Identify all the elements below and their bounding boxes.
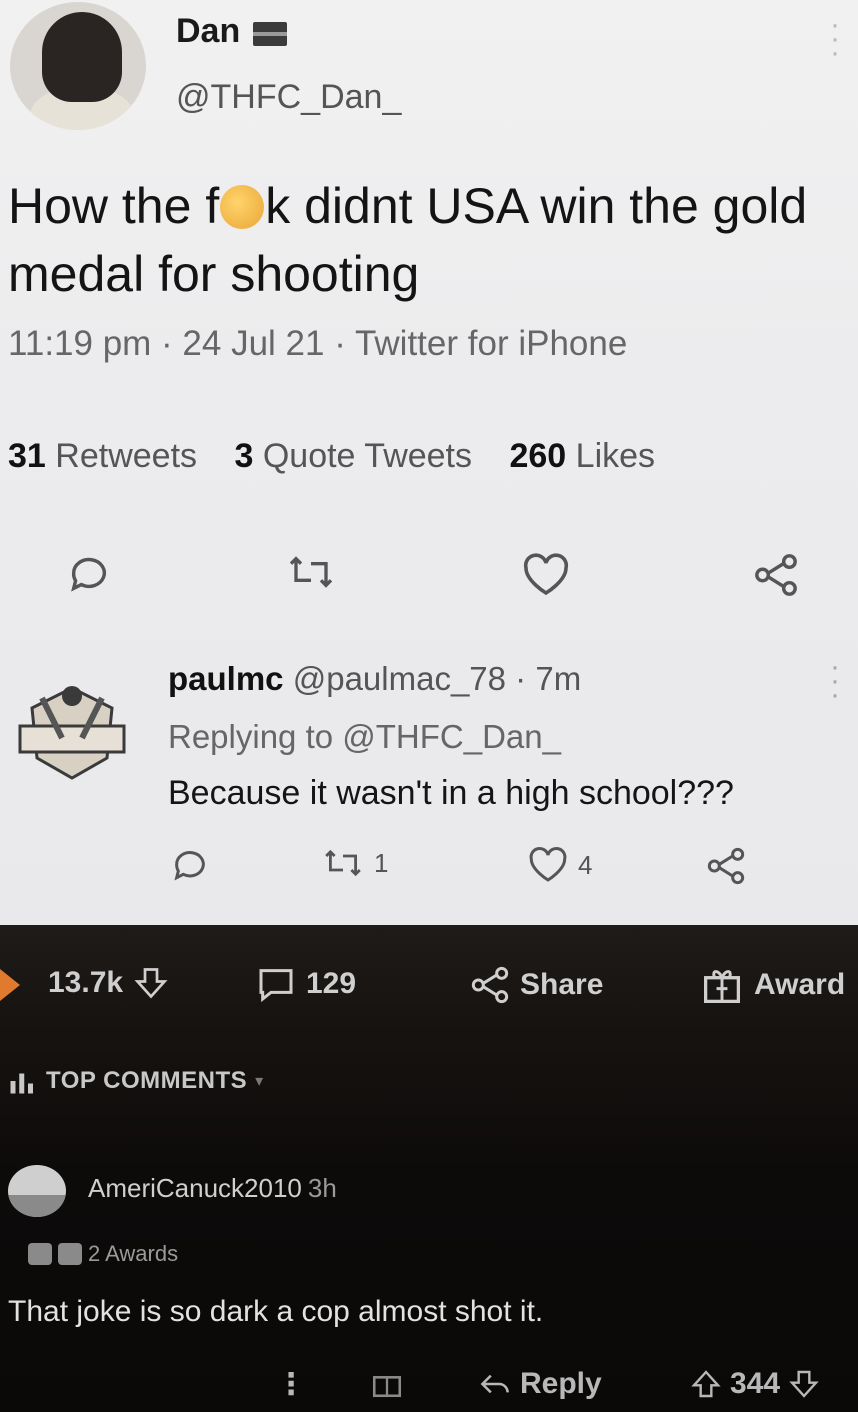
tweet-screenshot: Dan @THFC_Dan_ · · · How the fk didnt USA … [0, 0, 858, 925]
reply-label: Reply [520, 1367, 602, 1400]
reply-share-button[interactable] [706, 846, 746, 886]
award-icon [28, 1243, 52, 1265]
author-avatar[interactable] [10, 2, 146, 130]
reply-avatar[interactable] [12, 668, 132, 788]
more-options-icon[interactable]: · · · [830, 10, 840, 68]
vote-group: 13.7k [48, 965, 169, 1001]
commenter-username[interactable]: AmeriCanuck2010 [88, 1173, 302, 1203]
retweets-count: 31 [8, 437, 46, 475]
reply-author-name[interactable]: paulmc [168, 660, 284, 697]
comment-age: 3h [307, 1173, 337, 1203]
reply-like-button[interactable]: 4 [528, 846, 592, 884]
award-icon [58, 1243, 82, 1265]
like-icon [529, 847, 567, 882]
comment-reply-button[interactable]: Reply [478, 1367, 602, 1401]
downvote-icon[interactable] [788, 1368, 820, 1400]
share-post-button[interactable]: Share [470, 965, 603, 1005]
flag-icon [253, 22, 287, 46]
retweet-icon [289, 556, 333, 588]
likes-stat[interactable]: 260 Likes [509, 437, 655, 475]
comments-button[interactable]: 129 [256, 965, 356, 1003]
downvote-icon[interactable] [133, 965, 169, 1001]
reply-text: Because it wasn't in a high school??? [168, 774, 734, 812]
awards-count: 2 Awards [88, 1241, 179, 1266]
quote-tweets-stat[interactable]: 3 Quote Tweets [234, 437, 472, 475]
reply-button[interactable] [66, 552, 112, 598]
upvote-icon[interactable] [690, 1368, 722, 1400]
reply-icon [174, 851, 205, 881]
replying-to[interactable]: Replying to @THFC_Dan_ [168, 718, 561, 756]
share-icon [755, 554, 797, 596]
reply-arrow-icon [480, 1374, 509, 1394]
comment-icon [259, 969, 293, 1003]
retweet-button[interactable] [286, 552, 336, 592]
sort-label: TOP COMMENTS [46, 1067, 248, 1094]
tweet-meta: 11:19 pm · 24 Jul 21 · Twitter for iPhon… [8, 324, 628, 363]
post-action-bar: 13.7k 129 Share Award [0, 965, 858, 1015]
author-handle[interactable]: @THFC_Dan_ [176, 78, 401, 117]
comment-count: 129 [306, 967, 357, 1000]
likes-label: Likes [575, 437, 656, 475]
like-icon [523, 553, 569, 596]
likes-count: 260 [509, 437, 567, 475]
retweets-label: Retweets [55, 437, 198, 475]
retweets-stat[interactable]: 31 Retweets [8, 437, 197, 475]
reply-icon [71, 557, 107, 592]
comment-header: AmeriCanuck2010 3h [88, 1173, 337, 1204]
tweet-text-part-1: How the f [8, 178, 220, 234]
gift-icon [372, 1376, 402, 1398]
gift-icon [704, 970, 740, 1003]
comment-vote-count: 344 [730, 1367, 781, 1400]
tweet-text: How the fk didnt USA win the gold medal … [8, 172, 828, 308]
like-button[interactable] [522, 552, 570, 598]
comment-vote-group: 344 [690, 1367, 820, 1401]
share-label: Share [520, 968, 604, 1001]
comment-award-button[interactable] [370, 1367, 404, 1399]
share-icon [471, 966, 509, 1004]
reply-handle-time: @paulmac_78 · 7m [292, 660, 582, 697]
reply-retweet-button[interactable]: 1 [322, 846, 388, 880]
comment-awards[interactable]: 2 Awards [28, 1241, 178, 1267]
commenter-avatar[interactable] [8, 1165, 66, 1217]
reply-header: paulmc @paulmac_78 · 7m [168, 660, 581, 698]
award-button[interactable]: Award [700, 965, 845, 1005]
chevron-down-icon: ▾ [255, 1073, 264, 1090]
vote-count: 13.7k [48, 966, 124, 999]
tweet-stats: 31 Retweets 3 Quote Tweets 260 Likes [8, 437, 683, 476]
quote-tweets-label: Quote Tweets [262, 437, 473, 475]
author-name[interactable]: Dan [176, 12, 240, 51]
reply-more-options-icon[interactable]: · · · [830, 652, 840, 710]
retweet-icon [325, 849, 361, 877]
sort-comments-dropdown[interactable]: TOP COMMENTS ▾ [8, 1067, 264, 1095]
reddit-post-footer: 13.7k 129 Share Award TOP COMMENTS ▾ Ame… [0, 925, 858, 1412]
reply-like-count: 4 [578, 849, 593, 880]
reply-reply-button[interactable] [170, 846, 210, 886]
bar-chart-icon [10, 1073, 33, 1094]
blushing-emoji-icon [220, 185, 265, 229]
bears-logo-icon [18, 686, 126, 780]
share-button[interactable] [752, 552, 800, 598]
share-icon [707, 847, 745, 885]
comment-body: That joke is so dark a cop almost shot i… [8, 1295, 544, 1328]
quote-tweets-count: 3 [234, 437, 254, 475]
reply-tweet[interactable]: paulmc @paulmac_78 · 7m · · · Replying to … [0, 640, 858, 925]
comment-action-bar: ⋮ Reply 344 [0, 1367, 858, 1407]
award-label: Award [754, 968, 846, 1001]
comment-more-options-icon[interactable]: ⋮ [276, 1367, 306, 1402]
reply-retweet-count: 1 [374, 847, 389, 878]
